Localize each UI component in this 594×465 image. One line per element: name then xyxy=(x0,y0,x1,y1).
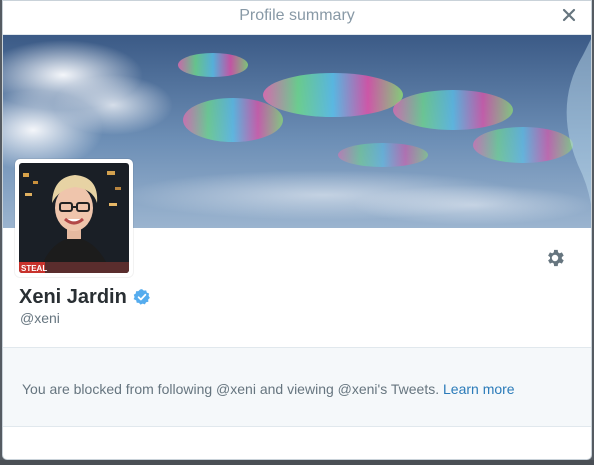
blocked-message: You are blocked from following @xeni and… xyxy=(22,381,440,397)
avatar-caption: STEAL xyxy=(21,264,47,273)
modal-title: Profile summary xyxy=(239,7,355,24)
profile-name-row: Xeni Jardin xyxy=(19,283,151,311)
profile-name[interactable]: Xeni Jardin xyxy=(19,286,127,309)
close-icon[interactable] xyxy=(561,7,577,23)
profile-summary-modal: Profile summary STEAL Xeni Jardin @xeni … xyxy=(2,0,592,460)
avatar-photo: STEAL xyxy=(19,163,129,273)
avatar[interactable]: STEAL xyxy=(15,159,133,277)
verified-badge-icon xyxy=(133,289,150,305)
page-backdrop xyxy=(0,460,594,465)
gear-icon[interactable] xyxy=(544,247,566,269)
learn-more-link[interactable]: Learn more xyxy=(443,381,515,397)
blocked-notice-text: You are blocked from following @xeni and… xyxy=(22,381,515,397)
blocked-notice: You are blocked from following @xeni and… xyxy=(3,347,591,427)
profile-handle[interactable]: @xeni xyxy=(20,310,60,326)
modal-header: Profile summary xyxy=(3,1,591,35)
